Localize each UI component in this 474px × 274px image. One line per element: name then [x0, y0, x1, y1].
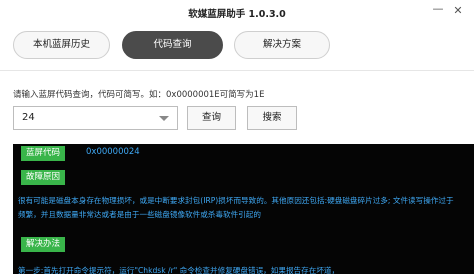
divider: [0, 70, 474, 71]
code-value: 0x00000024: [86, 147, 140, 157]
query-button[interactable]: 查询: [187, 106, 236, 130]
result-panel: 蓝屏代码 0x00000024 故障原因 很有可能是磁盘本身存在物理损坏，或是中…: [13, 144, 474, 274]
fix-label-badge: 解决办法: [21, 237, 66, 252]
fix-text: 第一步:首先打开命令提示符，运行"Chkdsk /r" 命令检查并修复硬盘错误，…: [18, 266, 340, 274]
cause-label-badge: 故障原因: [21, 170, 66, 185]
code-select[interactable]: 24: [13, 106, 178, 130]
cause-text: 很有可能是磁盘本身存在物理损坏，或是中断要求封包(IRP)损坏而导致的。其他原因…: [18, 196, 454, 219]
chevron-down-icon[interactable]: [159, 116, 169, 121]
close-icon[interactable]: ✕: [451, 4, 465, 18]
query-hint: 请输入蓝屏代码查询，代码可简写。如：0x0000001E可简写为1E: [13, 90, 265, 100]
code-select-value: 24: [22, 112, 35, 123]
tab-solution[interactable]: 解决方案: [234, 31, 330, 59]
search-button[interactable]: 搜索: [247, 106, 297, 130]
app-window: 软媒蓝屏助手 1.0.3.0 — ✕ 本机蓝屏历史 代码查询 解决方案 请输入蓝…: [0, 0, 474, 274]
title-bar: 软媒蓝屏助手 1.0.3.0 — ✕: [0, 0, 474, 24]
tab-code-query[interactable]: 代码查询: [122, 31, 223, 59]
minimize-icon[interactable]: —: [431, 2, 445, 16]
code-label-badge: 蓝屏代码: [21, 146, 66, 161]
tab-local-history[interactable]: 本机蓝屏历史: [13, 31, 110, 59]
window-title: 软媒蓝屏助手 1.0.3.0: [188, 9, 286, 20]
